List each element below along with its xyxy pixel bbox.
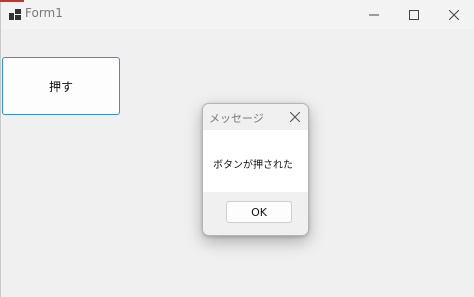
ok-button-label: OK (251, 205, 267, 219)
form1-window: Form1 押す メッセージ ボタンが押された OK (0, 0, 474, 297)
push-button[interactable]: 押す (2, 57, 120, 115)
title-bar[interactable]: Form1 (1, 0, 474, 29)
minimize-icon (369, 14, 379, 15)
close-icon (449, 9, 459, 20)
dialog-content: ボタンが押された (203, 130, 308, 192)
dialog-close-button[interactable] (285, 108, 305, 126)
message-box-dialog: メッセージ ボタンが押された OK (202, 103, 309, 236)
dialog-title-bar[interactable]: メッセージ (203, 104, 308, 130)
ok-button[interactable]: OK (226, 201, 292, 223)
maximize-icon (409, 9, 419, 20)
window-title: Form1 (25, 6, 63, 20)
dialog-title: メッセージ (209, 112, 264, 125)
dialog-message: ボタンが押された (213, 160, 293, 171)
windows-form-icon (9, 9, 21, 20)
close-icon (290, 112, 300, 122)
dialog-footer: OK (203, 192, 308, 235)
top-accent-strip (0, 0, 24, 2)
push-button-label: 押す (48, 79, 73, 94)
close-button[interactable] (431, 0, 474, 29)
